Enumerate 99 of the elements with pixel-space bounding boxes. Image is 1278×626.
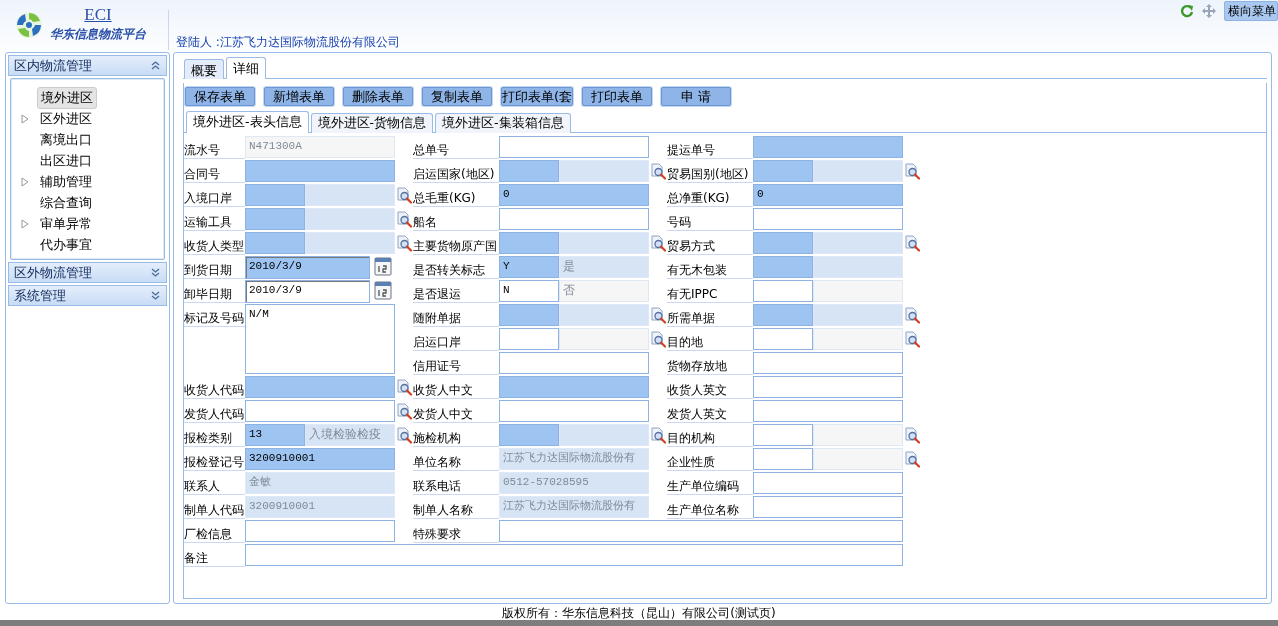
input-field[interactable] xyxy=(753,472,903,494)
input-field[interactable] xyxy=(499,520,903,542)
code-field[interactable] xyxy=(753,160,813,182)
search-icon[interactable] xyxy=(395,426,413,444)
accordion-header[interactable]: 区外物流管理 xyxy=(8,262,167,283)
menu-item[interactable]: 境外进区 xyxy=(37,86,97,109)
input-field[interactable] xyxy=(753,136,903,158)
tab[interactable]: 概要 xyxy=(184,59,224,79)
search-icon[interactable] xyxy=(649,234,667,252)
code-field[interactable]: 13 xyxy=(245,424,305,446)
code-field[interactable] xyxy=(753,304,813,326)
input-field[interactable]: 3200910001 xyxy=(245,448,395,470)
search-icon[interactable] xyxy=(903,330,921,348)
input-field[interactable] xyxy=(499,376,649,398)
input-field[interactable] xyxy=(499,352,649,374)
code-field[interactable] xyxy=(753,280,813,302)
input-field[interactable] xyxy=(753,400,903,422)
code-field[interactable] xyxy=(499,328,559,350)
expand-icon[interactable] xyxy=(21,218,29,229)
date-field[interactable]: 2010/3/9 xyxy=(245,256,370,279)
search-icon[interactable] xyxy=(903,450,921,468)
menu-item[interactable]: 综合查询 xyxy=(37,192,95,213)
chevron-up-icon[interactable] xyxy=(151,61,160,70)
code-field[interactable] xyxy=(499,304,559,326)
toolbar-button[interactable]: 打印表单 xyxy=(582,87,653,106)
code-field[interactable] xyxy=(499,232,559,254)
code-field[interactable] xyxy=(245,232,305,254)
input-field[interactable] xyxy=(499,208,649,230)
input-field[interactable] xyxy=(753,376,903,398)
date-field[interactable]: 2010/3/9 xyxy=(245,280,370,303)
toolbar-button[interactable]: 申 请 xyxy=(661,87,732,106)
chevron-down-icon[interactable] xyxy=(151,268,160,277)
search-icon[interactable] xyxy=(903,426,921,444)
code-field[interactable] xyxy=(753,424,813,446)
input-field[interactable] xyxy=(753,208,903,230)
code-field[interactable]: N xyxy=(499,280,559,302)
code-field[interactable] xyxy=(753,448,813,470)
search-icon[interactable] xyxy=(903,234,921,252)
input-field[interactable] xyxy=(753,352,903,374)
menu-item[interactable]: 审单异常 xyxy=(37,213,95,234)
logo-icon xyxy=(14,9,44,40)
input-field[interactable] xyxy=(245,544,903,566)
menu-button[interactable]: 横向菜单 xyxy=(1224,1,1278,21)
toolbar-button[interactable]: 保存表单 xyxy=(185,87,255,106)
calendar-icon[interactable] xyxy=(374,256,392,276)
search-icon[interactable] xyxy=(395,378,413,396)
input-field[interactable] xyxy=(499,136,649,158)
code-field[interactable] xyxy=(753,328,813,350)
search-icon[interactable] xyxy=(395,234,413,252)
move-icon[interactable] xyxy=(1202,4,1216,18)
menu-item[interactable]: 离境出口 xyxy=(37,129,95,150)
chevron-down-icon[interactable] xyxy=(151,291,160,300)
search-icon[interactable] xyxy=(649,306,667,324)
toolbar-button[interactable]: 删除表单 xyxy=(343,87,413,106)
copyright-text: 版权所有：华东信息科技（昆山）有限公司(测试页) xyxy=(502,606,776,620)
input-field[interactable] xyxy=(245,160,395,182)
menu-item[interactable]: 区外进区 xyxy=(37,108,95,129)
login-user: 登陆人 :江苏飞力达国际物流股份有限公司 xyxy=(176,34,400,51)
toolbar-button[interactable]: 复制表单 xyxy=(422,87,492,106)
input-field[interactable] xyxy=(245,400,395,422)
expand-icon[interactable] xyxy=(21,176,29,187)
expand-icon[interactable] xyxy=(21,113,29,124)
search-icon[interactable] xyxy=(649,330,667,348)
input-field[interactable] xyxy=(499,400,649,422)
tab[interactable]: 详细 xyxy=(226,57,266,79)
logo-subtitle: 华东信息物流平台 xyxy=(50,26,146,43)
menu-item[interactable]: 出区进口 xyxy=(37,150,95,171)
accordion-header[interactable]: 区内物流管理 xyxy=(8,55,167,76)
code-field[interactable] xyxy=(753,232,813,254)
refresh-icon[interactable] xyxy=(1180,4,1194,18)
menu-item[interactable]: 辅助管理 xyxy=(37,171,95,192)
search-icon[interactable] xyxy=(649,426,667,444)
search-icon[interactable] xyxy=(395,186,413,204)
toolbar-button[interactable]: 打印表单(套 xyxy=(501,87,574,106)
accordion-header[interactable]: 系统管理 xyxy=(8,285,167,306)
input-field[interactable]: 0 xyxy=(753,184,903,206)
text-area[interactable]: N/M xyxy=(245,304,395,374)
code-field[interactable] xyxy=(499,160,559,182)
calendar-icon[interactable] xyxy=(374,280,392,300)
code-field[interactable] xyxy=(753,256,813,278)
search-icon[interactable] xyxy=(649,162,667,180)
tab[interactable]: 境外进区-货物信息 xyxy=(310,113,434,133)
logo-title[interactable]: ECI xyxy=(84,6,112,24)
search-icon[interactable] xyxy=(903,162,921,180)
code-field[interactable] xyxy=(245,184,305,206)
tab[interactable]: 境外进区-集装箱信息 xyxy=(435,113,571,133)
menu-item[interactable]: 代办事宜 xyxy=(37,234,95,255)
input-field[interactable]: 0 xyxy=(499,184,649,206)
code-field[interactable]: Y xyxy=(499,256,559,278)
code-field[interactable] xyxy=(245,208,305,230)
search-icon[interactable] xyxy=(395,402,413,420)
search-icon[interactable] xyxy=(903,306,921,324)
input-field[interactable] xyxy=(753,496,903,518)
tab[interactable]: 境外进区-表头信息 xyxy=(186,111,309,133)
toolbar-button[interactable]: 新增表单 xyxy=(264,87,334,106)
search-icon[interactable] xyxy=(395,210,413,228)
input-field[interactable] xyxy=(245,376,395,398)
code-field[interactable] xyxy=(499,424,559,446)
input-field[interactable] xyxy=(245,520,395,542)
